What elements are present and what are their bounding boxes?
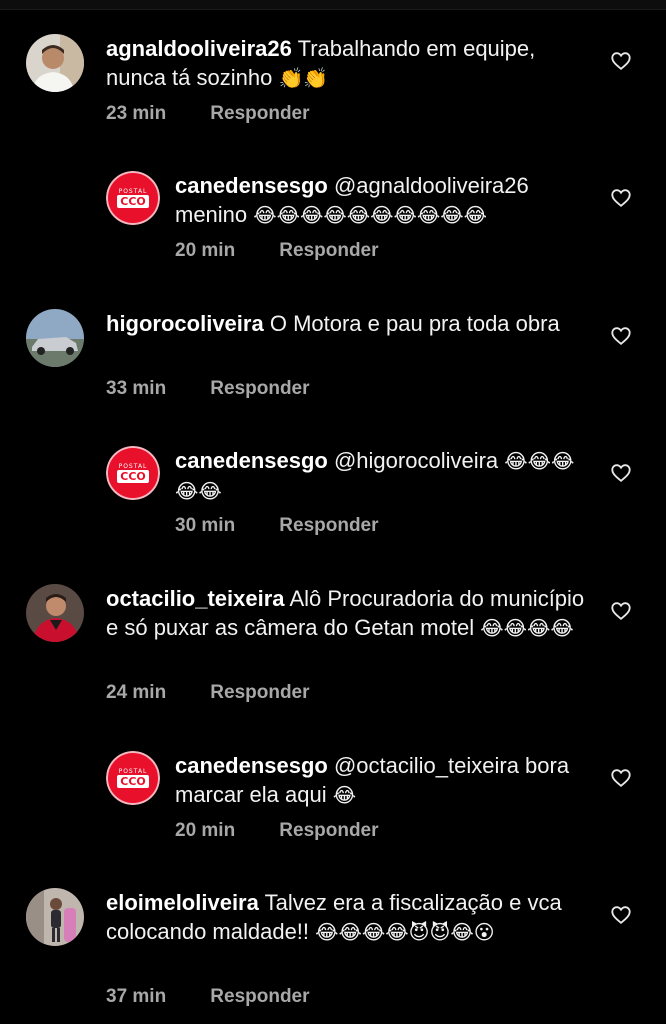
person-photo-icon: [26, 34, 84, 92]
avatar[interactable]: POSTAL CCO: [106, 171, 160, 225]
comment-username[interactable]: eloimeloliveira: [106, 890, 259, 915]
reply-button[interactable]: Responder: [279, 820, 378, 842]
comment-emoji: 👏👏: [278, 66, 329, 90]
comment-emoji: 😂😂😂😂😂😂😂😂😂😂: [253, 203, 487, 227]
brand-logo-top: POSTAL: [118, 768, 148, 775]
brand-logo-top: POSTAL: [118, 188, 148, 195]
comment-text: O Motora e pau pra toda obra: [269, 311, 560, 336]
avatar[interactable]: POSTAL CCO: [106, 446, 160, 500]
brand-logo-main: CCO: [117, 470, 149, 483]
comment-body: canedensesgo @agnaldooliveira26 menino 😂…: [175, 171, 595, 230]
person-photo-icon: [26, 888, 84, 946]
avatar[interactable]: [26, 584, 84, 642]
comment-timestamp: 23 min: [106, 103, 167, 124]
comment-emoji: 😂😂😂😂😈😈😂😮: [315, 920, 495, 944]
avatar[interactable]: [26, 309, 84, 367]
comment-timestamp: 33 min: [106, 378, 167, 399]
reply-button[interactable]: Responder: [279, 240, 378, 262]
comment-emoji: 😂: [332, 783, 357, 807]
heart-outline-icon[interactable]: [610, 462, 632, 484]
comment-meta: 33 min Responder: [106, 378, 310, 400]
comment-username[interactable]: higorocoliveira: [106, 311, 264, 336]
comment-body: canedensesgo @octacilio_teixeira bora ma…: [175, 751, 595, 810]
comment-username[interactable]: canedensesgo: [175, 173, 328, 198]
comment-timestamp: 20 min: [175, 240, 236, 261]
heart-outline-icon[interactable]: [610, 50, 632, 72]
reply-button[interactable]: Responder: [210, 682, 309, 704]
comment-username[interactable]: octacilio_teixeira: [106, 586, 285, 611]
comment-meta: 30 min Responder: [175, 515, 379, 537]
comment-meta: 20 min Responder: [175, 820, 379, 842]
brand-logo: POSTAL CCO: [106, 171, 160, 225]
heart-outline-icon[interactable]: [610, 600, 632, 622]
comment-body: agnaldooliveira26 Trabalhando em equipe,…: [106, 34, 596, 93]
heart-outline-icon[interactable]: [610, 904, 632, 926]
reply-button[interactable]: Responder: [210, 378, 309, 400]
reply-button[interactable]: Responder: [279, 515, 378, 537]
comment-username[interactable]: canedensesgo: [175, 753, 328, 778]
heart-outline-icon[interactable]: [610, 187, 632, 209]
comment-body: higorocoliveira O Motora e pau pra toda …: [106, 309, 596, 339]
comment-body: eloimeloliveira Talvez era a fiscalizaçã…: [106, 888, 596, 947]
brand-logo-main: CCO: [117, 775, 149, 788]
comment-username[interactable]: agnaldooliveira26: [106, 36, 292, 61]
heart-outline-icon[interactable]: [610, 325, 632, 347]
comment-body: octacilio_teixeira Alô Procuradoria do m…: [106, 584, 596, 643]
comment-meta: 37 min Responder: [106, 986, 310, 1008]
avatar[interactable]: POSTAL CCO: [106, 751, 160, 805]
avatar[interactable]: [26, 888, 84, 946]
brand-logo-top: POSTAL: [118, 463, 148, 470]
comment-text: @higorocoliveira: [333, 448, 499, 473]
comment-meta: 20 min Responder: [175, 240, 379, 262]
top-divider: [0, 0, 666, 10]
car-photo-icon: [26, 309, 84, 367]
comment-timestamp: 20 min: [175, 820, 236, 841]
reply-button[interactable]: Responder: [210, 103, 309, 125]
reply-button[interactable]: Responder: [210, 986, 309, 1008]
comment-timestamp: 30 min: [175, 515, 236, 536]
comment-emoji: 😂😂😂😂: [480, 616, 574, 640]
comment-username[interactable]: canedensesgo: [175, 448, 328, 473]
comment-meta: 23 min Responder: [106, 103, 310, 125]
person-photo-icon: [26, 584, 84, 642]
comment-timestamp: 24 min: [106, 682, 167, 703]
heart-outline-icon[interactable]: [610, 767, 632, 789]
comment-body: canedensesgo @higorocoliveira 😂😂😂😂😂: [175, 446, 595, 506]
comment-meta: 24 min Responder: [106, 682, 310, 704]
brand-logo: POSTAL CCO: [106, 446, 160, 500]
avatar[interactable]: [26, 34, 84, 92]
brand-logo-main: CCO: [117, 195, 149, 208]
brand-logo: POSTAL CCO: [106, 751, 160, 805]
comment-timestamp: 37 min: [106, 986, 167, 1007]
